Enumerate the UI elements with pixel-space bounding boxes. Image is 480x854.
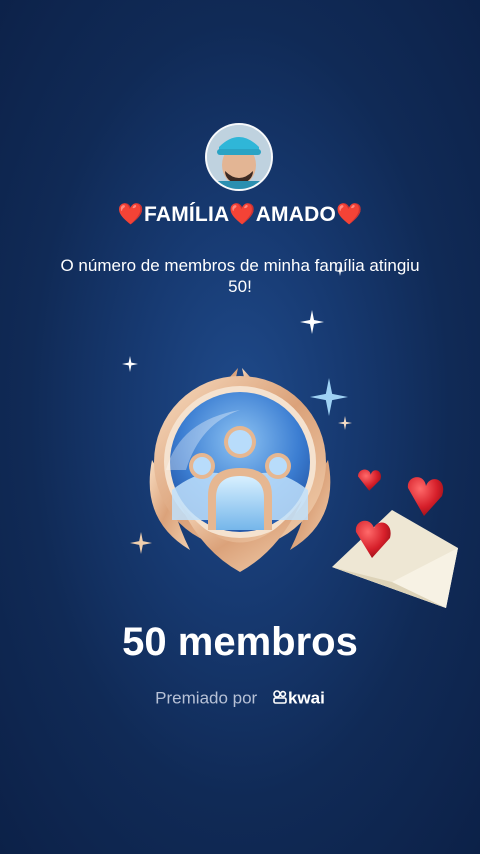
group-name: ❤️FAMÍLIA❤️AMADO❤️: [117, 203, 363, 226]
kwai-logo-icon: [273, 690, 287, 705]
achievement-message: O número de membros de minha família ati…: [60, 256, 420, 296]
heart-icon: [358, 469, 381, 491]
members-count-title: 50 membros: [122, 620, 358, 664]
awarded-by-label: Premiado por: [155, 688, 258, 708]
kwai-logo: kwai: [272, 688, 325, 709]
sparkle-icon: [300, 310, 324, 334]
avatar[interactable]: [205, 123, 273, 191]
avatar-photo: [207, 125, 271, 189]
love-envelope-icon: [332, 469, 458, 608]
sparkle-icon: [335, 266, 345, 276]
awarded-by-row: Premiado por kwai: [0, 688, 480, 709]
kwai-brand-text: kwai: [287, 688, 325, 708]
